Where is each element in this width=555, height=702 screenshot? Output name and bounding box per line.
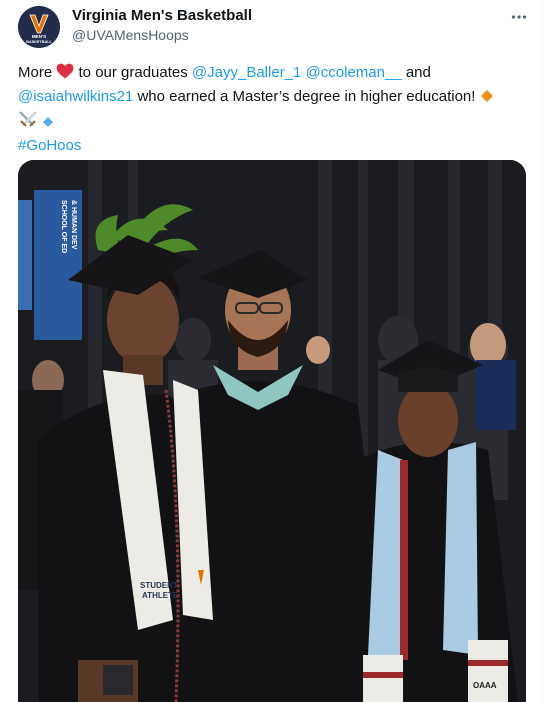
account-avatar[interactable]: MEN'S BASKETBALL [18, 6, 60, 48]
account-name[interactable]: Virginia Men's Basketball [72, 7, 252, 24]
crossed-swords-icon [18, 110, 38, 135]
uva-logo-icon: MEN'S BASKETBALL [18, 6, 60, 48]
stole-left-text-2: ATHLETE [142, 591, 179, 600]
more-horizontal-icon [511, 15, 527, 19]
blue-diamond-icon [42, 113, 54, 135]
tweet-text-segment: More [18, 64, 57, 81]
stole-left-text-1: STUDENT [140, 581, 178, 590]
tweet-line-4: #GoHoos [18, 135, 528, 157]
tweet-text-segment: and [401, 64, 431, 81]
mention-link-ccoleman[interactable]: @ccoleman__ [306, 64, 402, 81]
stole-right-text: OAAA [473, 681, 497, 690]
more-options-button[interactable] [506, 4, 532, 30]
banner-text-2: & HUMAN DEV [70, 200, 77, 250]
hashtag-link-gohoos[interactable]: #GoHoos [18, 137, 81, 154]
tweet-line-2: @isaiahwilkins21 who earned a Master’s d… [18, 86, 528, 110]
tweet-text-segment: who earned a Master’s degree in higher e… [133, 88, 480, 105]
mention-link-jayy-baller[interactable]: @Jayy_Baller_1 [192, 64, 301, 81]
tweet-card: MEN'S BASKETBALL Virginia Men's Basketba… [0, 0, 543, 702]
mention-link-isaiahwilkins[interactable]: @isaiahwilkins21 [18, 88, 133, 105]
banner-text-1: SCHOOL OF ED [60, 200, 67, 253]
graduation-photo: SCHOOL OF ED & HUMAN DEV STUDENT ATHLETE… [18, 160, 526, 702]
tweet-line-1: More to our graduates @Jayy_Baller_1 @cc… [18, 62, 528, 86]
tweet-text: More to our graduates @Jayy_Baller_1 @cc… [18, 62, 528, 157]
tweet-text-segment: to our graduates [74, 64, 192, 81]
orange-diamond-icon [480, 88, 494, 110]
account-handle[interactable]: @UVAMensHoops [72, 27, 189, 43]
tweet-photo[interactable]: SCHOOL OF ED & HUMAN DEV STUDENT ATHLETE… [18, 160, 526, 702]
avatar-text-top: MEN'S [32, 34, 46, 39]
avatar-text-bottom: BASKETBALL [26, 40, 52, 44]
red-heart-icon [56, 63, 74, 86]
tweet-line-3 [18, 110, 528, 135]
